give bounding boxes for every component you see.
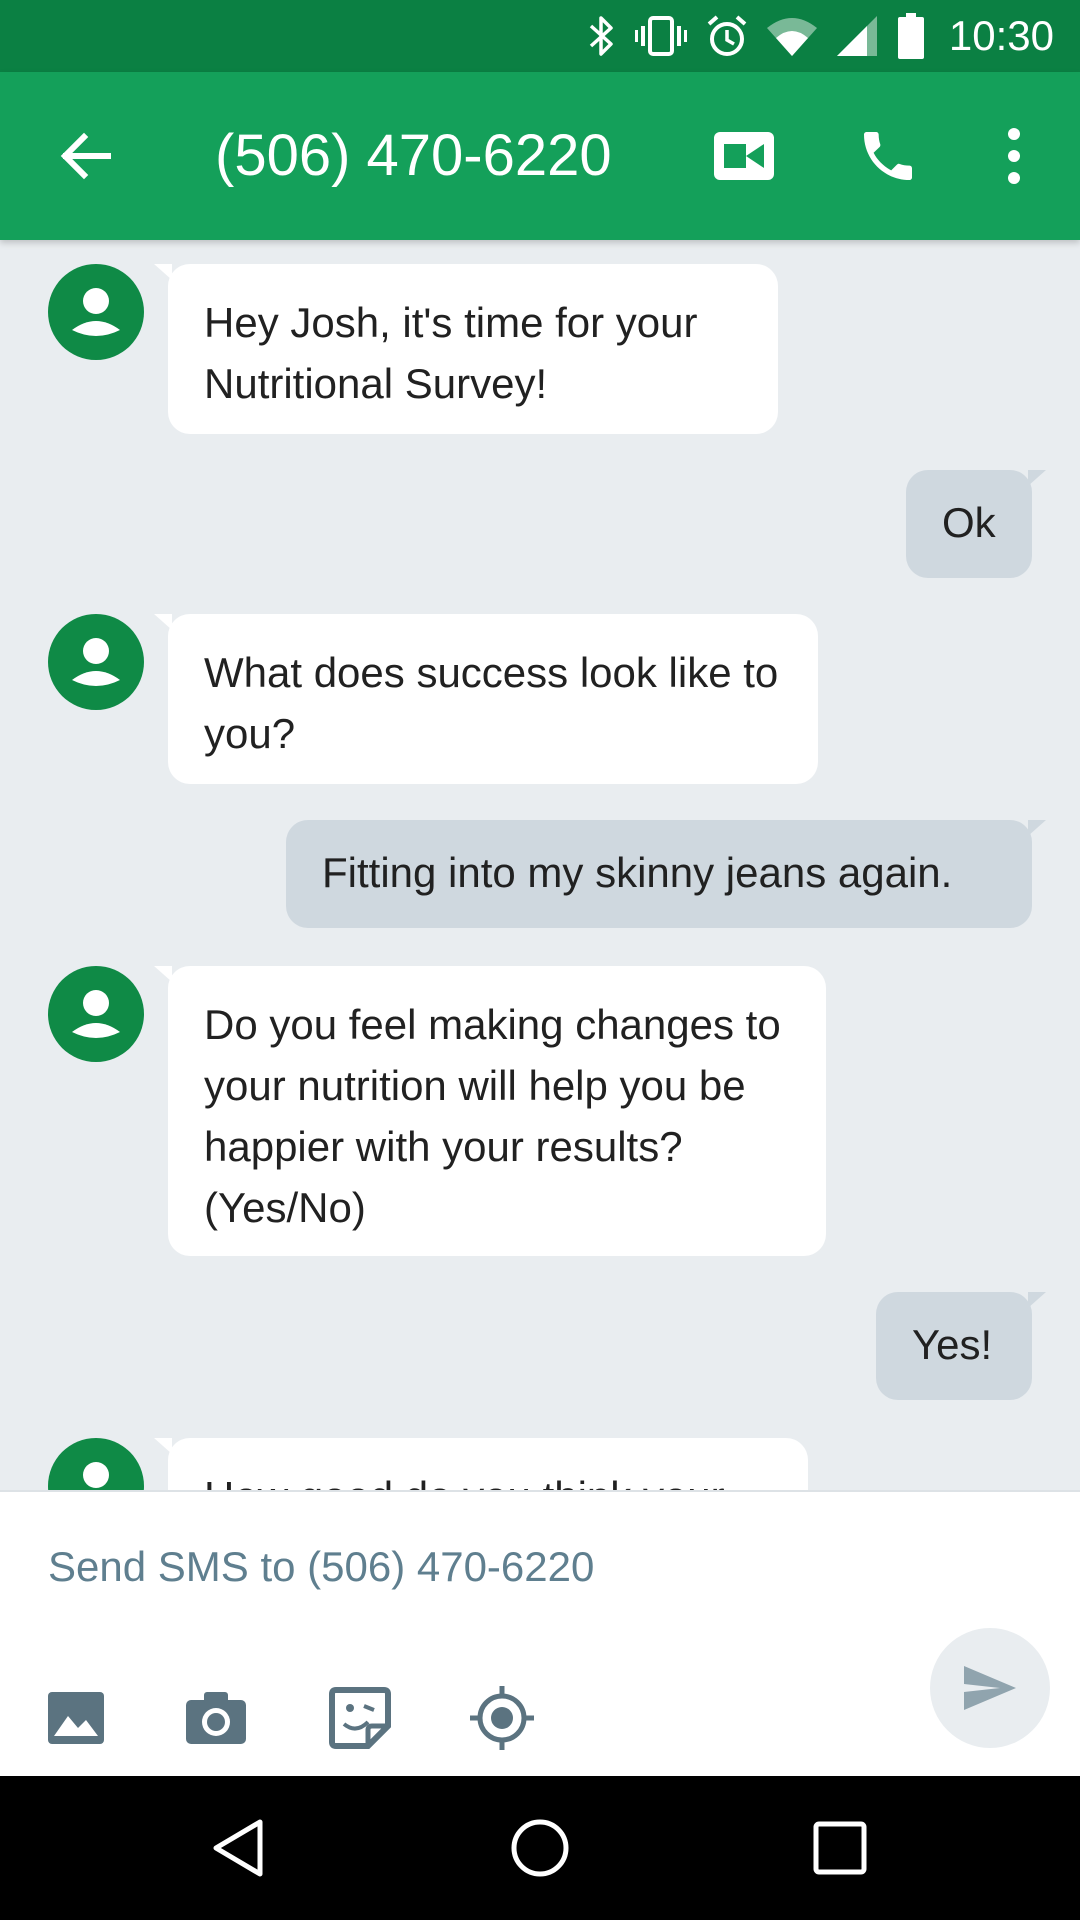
conversation-title: (506) 470-6220 — [215, 123, 612, 188]
back-arrow-icon[interactable] — [54, 124, 118, 188]
app-bar: (506) 470-6220 — [0, 72, 1080, 240]
vibrate-icon — [634, 14, 687, 58]
send-icon — [964, 1666, 1016, 1710]
home-circle-icon[interactable] — [508, 1816, 572, 1880]
signal-icon — [835, 14, 879, 58]
contact-avatar[interactable] — [48, 1438, 144, 1490]
recents-square-icon[interactable] — [808, 1816, 872, 1880]
location-icon[interactable] — [470, 1686, 534, 1750]
phone-icon[interactable] — [856, 124, 920, 188]
outgoing-message-bubble[interactable]: Ok — [906, 470, 1046, 578]
outgoing-message-bubble[interactable]: Yes! — [876, 1292, 1046, 1400]
back-triangle-icon[interactable] — [208, 1816, 272, 1880]
image-icon[interactable] — [44, 1686, 108, 1750]
camera-icon[interactable] — [184, 1686, 248, 1750]
compose-area — [0, 1490, 1080, 1776]
incoming-message-bubble[interactable]: What does success look like to you? — [154, 614, 818, 784]
battery-icon — [897, 13, 925, 59]
incoming-message-bubble[interactable]: Do you feel making changes to your nutri… — [154, 966, 826, 1256]
incoming-message-bubble[interactable]: Hey Josh, it's time for your Nutritional… — [154, 264, 778, 434]
video-call-icon[interactable] — [712, 126, 776, 186]
message-input[interactable] — [48, 1532, 868, 1602]
message-thread[interactable]: Hey Josh, it's time for your Nutritional… — [0, 240, 1080, 1490]
outgoing-message-bubble[interactable]: Fitting into my skinny jeans again. — [286, 820, 1046, 928]
contact-avatar[interactable] — [48, 614, 144, 710]
wifi-icon — [766, 14, 817, 58]
more-vert-icon[interactable] — [994, 124, 1034, 188]
sticker-icon[interactable] — [328, 1686, 392, 1750]
navigation-bar — [0, 1776, 1080, 1920]
contact-avatar[interactable] — [48, 966, 144, 1062]
alarm-icon — [705, 14, 749, 58]
status-time: 10:30 — [948, 12, 1054, 59]
incoming-message-bubble[interactable]: How good do you think your — [154, 1438, 808, 1490]
send-button[interactable] — [930, 1628, 1050, 1748]
status-bar: 10:30 — [0, 0, 1080, 72]
contact-avatar[interactable] — [48, 264, 144, 360]
bluetooth-icon — [587, 14, 617, 58]
